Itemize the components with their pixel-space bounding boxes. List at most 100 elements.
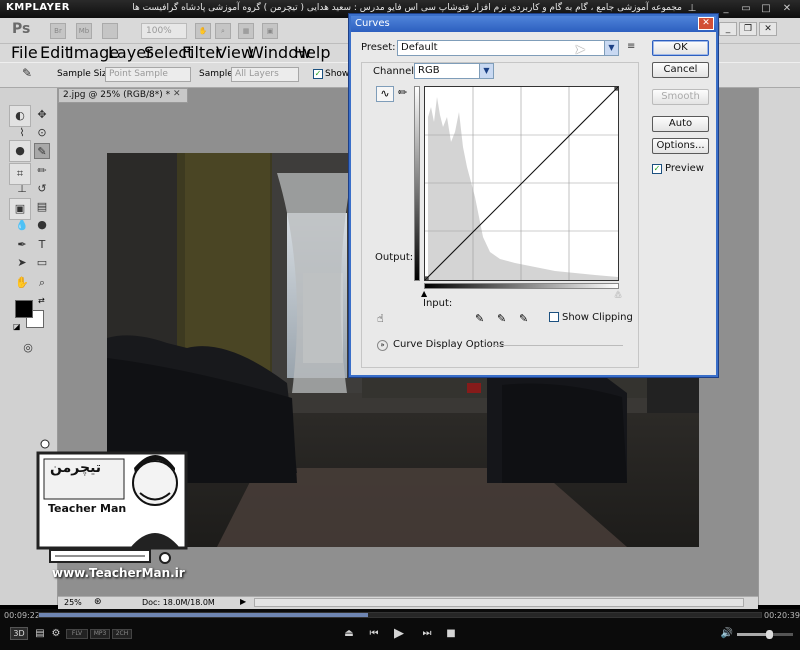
color-panel-icon[interactable]: ◐ xyxy=(9,105,31,127)
gray-eyedropper-icon[interactable]: ✎ xyxy=(497,312,506,325)
ps-logo: Ps xyxy=(12,21,31,37)
path-selection-tool-icon[interactable]: ➤ xyxy=(14,255,30,271)
ok-button[interactable]: OK xyxy=(652,40,709,56)
eject-icon[interactable]: ⏏ xyxy=(340,627,358,641)
stop-icon[interactable]: ■ xyxy=(442,627,460,641)
status-zoom-level[interactable]: 25% xyxy=(64,598,82,607)
on-image-adjustment-icon[interactable]: ☝ xyxy=(377,312,384,325)
pencil-draw-icon[interactable]: ✏ xyxy=(398,86,407,99)
screen-mode-icon[interactable]: ▣ xyxy=(262,23,278,39)
pen-tool-icon[interactable]: ✒ xyxy=(14,237,30,253)
hand-tool-panel-icon[interactable]: ✋ xyxy=(14,275,30,291)
preview-label: Preview xyxy=(665,163,704,174)
move-tool-icon[interactable]: ✥ xyxy=(34,107,50,123)
adjustments-panel-icon[interactable]: ● xyxy=(9,140,31,162)
document-tab[interactable]: 2.jpg @ 25% (RGB/8*) * xyxy=(58,88,188,103)
zoom-tool-panel-icon[interactable]: ⌕ xyxy=(34,275,50,291)
preview-checkbox[interactable]: ✓ xyxy=(652,164,662,174)
status-menu-arrow-icon[interactable]: ▶ xyxy=(240,597,246,606)
shape-tool-icon[interactable]: ▭ xyxy=(34,255,50,271)
input-label: Input: xyxy=(423,298,453,309)
play-icon[interactable]: ▶ xyxy=(390,627,408,641)
player-caption: مجموعه آموزشی جامع ، گام به گام و کاربرد… xyxy=(132,3,682,13)
zoom-level-select[interactable]: 100% xyxy=(141,23,187,39)
curves-close-button[interactable]: ✕ xyxy=(698,17,714,30)
bridge-button[interactable]: Br xyxy=(50,23,66,39)
watermark-url: www.TeacherMan.ir xyxy=(52,566,185,580)
preset-options-icon[interactable]: ≡ xyxy=(627,41,635,52)
volume-slider-thumb[interactable] xyxy=(766,630,773,639)
show-clipping-label: Show Clipping xyxy=(562,312,633,323)
time-elapsed: 00:09:22 xyxy=(4,611,40,620)
ps-minimize-button[interactable]: _ xyxy=(719,22,737,36)
auto-button[interactable]: Auto xyxy=(652,116,709,132)
zoom-tool-icon[interactable]: ⌕ xyxy=(215,23,231,39)
player-fullscreen-button[interactable]: □ xyxy=(758,2,774,16)
player-maximize-button[interactable]: ▭ xyxy=(738,2,754,16)
curves-title: Curves xyxy=(351,16,716,32)
quick-mask-icon[interactable]: ◎ xyxy=(20,340,36,356)
input-gradient xyxy=(424,283,619,289)
white-eyedropper-icon[interactable]: ✎ xyxy=(519,312,528,325)
channel-label: Channel: xyxy=(373,66,418,77)
white-point-slider[interactable]: △ xyxy=(615,289,621,298)
volume-icon[interactable]: 🔊 xyxy=(718,627,736,641)
menu-file[interactable]: File xyxy=(11,45,38,61)
eyedropper-tool-icon[interactable]: ✎ xyxy=(34,143,50,159)
minibridge-button[interactable]: Mb xyxy=(76,23,92,39)
history-brush-tool-icon[interactable]: ↺ xyxy=(34,181,50,197)
type-tool-icon[interactable]: T xyxy=(34,237,50,253)
watermark-brand-fa: تیچرمن xyxy=(50,460,102,476)
mouse-cursor-icon: ➤ xyxy=(574,42,586,58)
player-minimize-button[interactable]: _ xyxy=(718,2,734,16)
dodge-tool-icon[interactable]: ● xyxy=(34,217,50,233)
preset-label: Preset: xyxy=(361,42,396,53)
menu-edit[interactable]: Edit xyxy=(40,45,71,61)
video-codec-badge: FLV xyxy=(66,629,88,639)
next-icon[interactable]: ⏭ xyxy=(418,627,436,641)
swap-colors-icon[interactable]: ⇄ xyxy=(38,296,45,305)
minibridge-panel-icon[interactable]: ▣ xyxy=(9,198,31,220)
document-tab-close-icon[interactable]: ✕ xyxy=(173,89,185,101)
eyedropper-preset-icon[interactable]: ✎ xyxy=(22,66,32,80)
guides-icon[interactable] xyxy=(102,23,118,39)
curve-display-expand-icon[interactable]: » xyxy=(377,340,388,351)
curve-edit-points-icon[interactable]: ∿ xyxy=(376,86,394,102)
gradient-tool-icon[interactable]: ▤ xyxy=(34,199,50,215)
lasso-tool-icon[interactable]: ⌇ xyxy=(14,125,30,141)
hand-tool-icon[interactable]: ✋ xyxy=(195,23,211,39)
curve-graph[interactable] xyxy=(424,86,619,281)
brush-tool-icon[interactable]: ✏ xyxy=(34,163,50,179)
black-point-slider[interactable]: ▲ xyxy=(421,289,427,298)
black-eyedropper-icon[interactable]: ✎ xyxy=(475,312,484,325)
3d-badge[interactable]: 3D xyxy=(10,627,28,640)
player-logo: KMPLAYER xyxy=(6,2,70,13)
channel-dropdown-icon[interactable]: ▼ xyxy=(479,64,493,78)
default-colors-icon[interactable]: ◪ xyxy=(13,322,21,331)
status-info-icon[interactable]: ⊛ xyxy=(94,597,102,607)
smooth-button[interactable]: Smooth xyxy=(652,89,709,105)
menu-help[interactable]: Help xyxy=(294,45,330,61)
options-button[interactable]: Options... xyxy=(652,138,709,154)
ps-close-button[interactable]: ✕ xyxy=(759,22,777,36)
player-close-button[interactable]: ✕ xyxy=(779,2,795,16)
previous-icon[interactable]: ⏮ xyxy=(365,627,383,641)
output-gradient xyxy=(414,86,420,281)
settings-gear-icon[interactable]: ⚙ xyxy=(47,627,65,641)
time-total: 00:20:39 xyxy=(764,611,800,620)
show-clipping-checkbox[interactable] xyxy=(549,312,559,322)
ps-restore-button[interactable]: ❐ xyxy=(739,22,757,36)
curve-display-options-label[interactable]: Curve Display Options xyxy=(393,339,504,350)
masks-panel-icon[interactable]: ⌗ xyxy=(9,163,31,185)
sample-select[interactable]: All Layers xyxy=(231,67,299,82)
display-options-divider xyxy=(493,345,623,346)
quick-select-tool-icon[interactable]: ⊙ xyxy=(34,125,50,141)
cancel-button[interactable]: Cancel xyxy=(652,62,709,78)
sample-size-select[interactable]: Point Sample xyxy=(105,67,191,82)
preset-dropdown-icon[interactable]: ▼ xyxy=(604,41,618,55)
horizontal-scrollbar[interactable] xyxy=(254,598,744,607)
foreground-color-front xyxy=(15,300,33,318)
watermark-brand-en: Teacher Man xyxy=(48,502,127,515)
arrange-documents-icon[interactable]: ▦ xyxy=(238,23,254,39)
show-sampling-ring-checkbox[interactable]: ✓ xyxy=(313,69,323,79)
